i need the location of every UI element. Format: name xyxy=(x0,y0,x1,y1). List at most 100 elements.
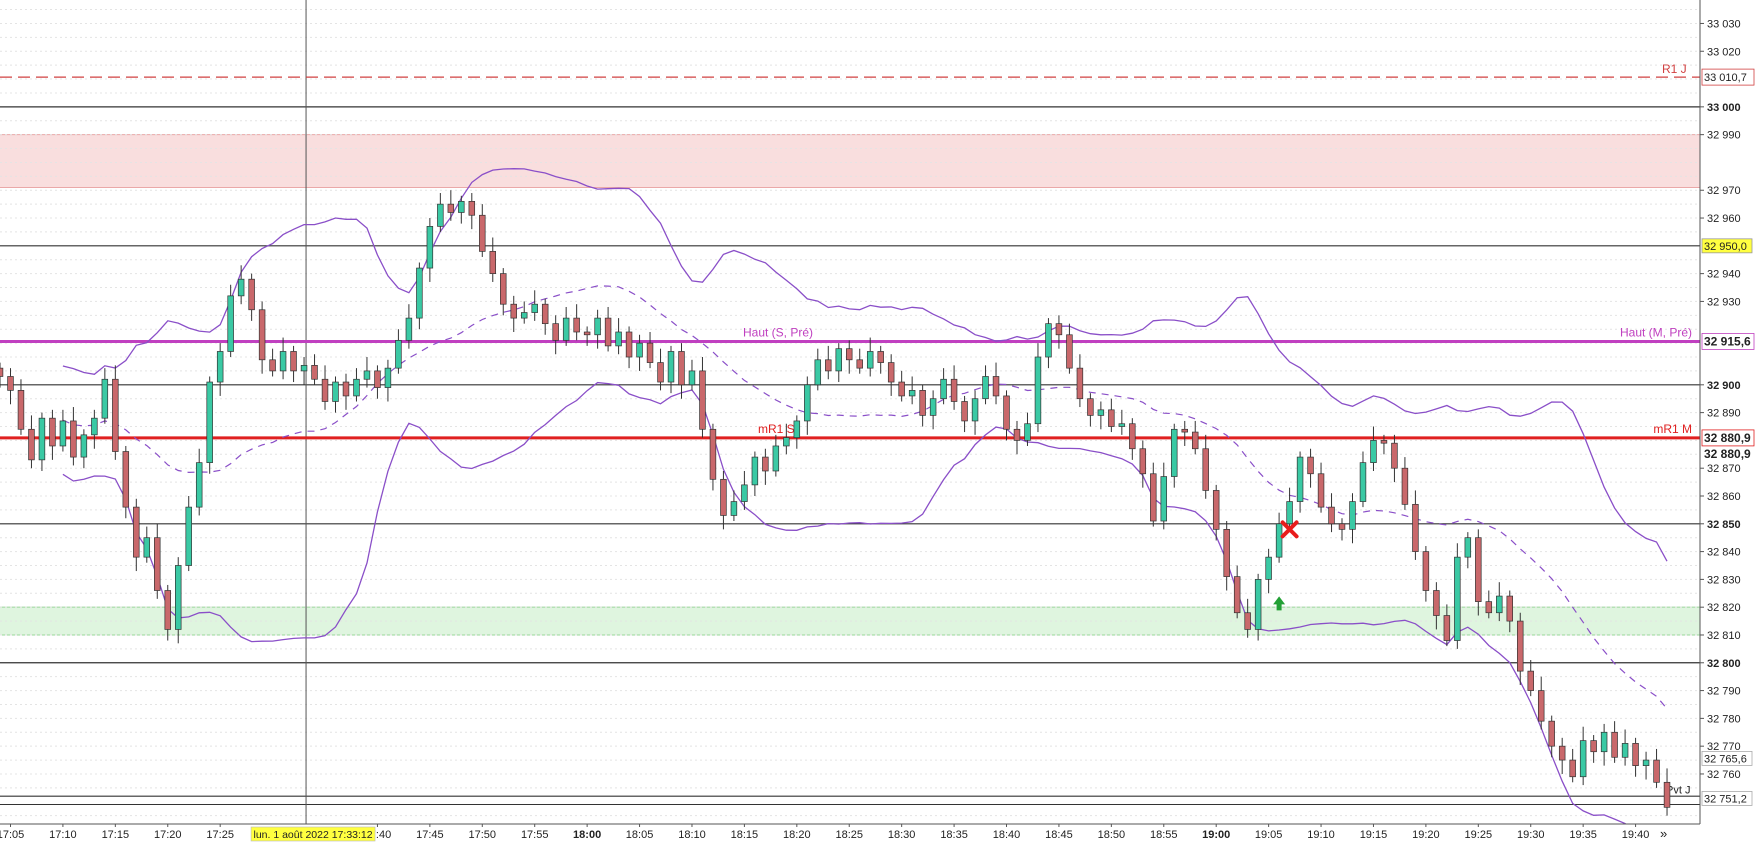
candle-body xyxy=(17,390,25,430)
candle-body xyxy=(447,203,455,213)
y-tick-label: 32 810 xyxy=(1707,630,1741,642)
candle xyxy=(122,445,130,519)
candle-body xyxy=(1003,395,1010,430)
resistance-zone xyxy=(0,134,1700,188)
x-tick-label: 18:55 xyxy=(1150,829,1178,841)
candle xyxy=(1454,543,1461,649)
x-tick-label: 18:05 xyxy=(626,829,654,841)
candle-body xyxy=(646,342,654,363)
candle-body xyxy=(751,456,759,486)
x-tick-label: 17:10 xyxy=(49,829,77,841)
y-tick-label: 32 790 xyxy=(1707,686,1741,698)
candle-body xyxy=(49,417,56,447)
candle xyxy=(112,365,119,460)
haut-left-label: Haut (S, Pré) xyxy=(743,325,813,339)
candle-body xyxy=(1454,556,1461,641)
y-tick-label: 33 020 xyxy=(1707,46,1741,58)
price-box-label: 32 751,2 xyxy=(1704,793,1747,805)
candle-body xyxy=(195,462,203,508)
candle-body xyxy=(510,303,517,319)
y-tick-label: 32 860 xyxy=(1707,491,1741,503)
candle-body xyxy=(237,278,245,297)
candle-body xyxy=(1485,601,1493,614)
candle-body xyxy=(856,359,863,369)
candle-body xyxy=(458,201,465,213)
candle-body xyxy=(573,317,580,333)
candle-body xyxy=(374,370,381,388)
candle-body xyxy=(101,378,109,419)
candle-body xyxy=(1045,323,1052,358)
y-tick-label: 32 850 xyxy=(1707,519,1741,531)
candle-body xyxy=(982,376,989,400)
candle-body xyxy=(1475,537,1482,602)
x-tick-label: 19:25 xyxy=(1465,829,1493,841)
candle-body xyxy=(1517,620,1524,672)
candle-body xyxy=(91,417,98,436)
candle-body xyxy=(1359,462,1367,502)
level-price-label: 33 010,7 xyxy=(1704,72,1747,84)
candle-body xyxy=(730,501,738,516)
candle-body xyxy=(1097,409,1105,416)
x-tick-label: 18:40 xyxy=(993,829,1021,841)
candle-body xyxy=(1443,615,1451,641)
candle-body xyxy=(1139,448,1147,475)
candle-body xyxy=(143,537,151,558)
price-box-label: 32 950,0 xyxy=(1704,241,1747,253)
candle-body xyxy=(1653,759,1660,783)
candle-body xyxy=(866,351,874,369)
candle-body xyxy=(1254,579,1262,630)
candle-body xyxy=(269,359,276,372)
candle-body xyxy=(814,359,822,386)
candle-body xyxy=(688,370,696,386)
candle-body xyxy=(583,331,591,336)
trading-chart: R1 J Haut (S, Pré) Haut (M, Pré) mR1 S mR1 M… xyxy=(0,0,1755,847)
candle-body xyxy=(520,312,528,319)
candle-body xyxy=(1349,501,1356,530)
candle-body xyxy=(342,381,350,397)
candle-body xyxy=(992,376,1000,397)
candle-body xyxy=(363,370,371,380)
candle-body xyxy=(657,362,664,383)
candle-body xyxy=(846,348,853,361)
candle-body xyxy=(185,506,192,566)
candle-body xyxy=(1569,759,1576,778)
candle-body xyxy=(741,484,748,502)
candle-body xyxy=(762,456,769,472)
candle-body xyxy=(1066,334,1073,369)
candle-body xyxy=(835,348,842,372)
candle-body xyxy=(709,428,717,480)
x-tick-label: 17:20 xyxy=(154,829,182,841)
candle-body xyxy=(898,381,905,397)
candle-body xyxy=(1621,743,1629,758)
candle-body xyxy=(1579,740,1587,778)
price-box-label: 32 765,6 xyxy=(1704,753,1747,765)
candle xyxy=(185,496,192,572)
candle-body xyxy=(1611,731,1618,758)
candle-body xyxy=(541,303,549,325)
y-tick-label: 32 830 xyxy=(1707,574,1741,586)
candle-body xyxy=(426,226,434,269)
candle-body xyxy=(1212,490,1220,530)
candle-body xyxy=(1275,523,1283,558)
candle-body xyxy=(636,342,643,358)
candle-body xyxy=(1527,670,1534,691)
x-tick-label: 17:25 xyxy=(206,829,234,841)
x-tick-label: 18:15 xyxy=(731,829,759,841)
candle-body xyxy=(7,376,14,391)
y-tick-label: 33 000 xyxy=(1707,102,1741,114)
chart-background xyxy=(0,0,1755,847)
candle-body xyxy=(59,420,67,447)
candle-body xyxy=(1433,590,1440,616)
y-tick-label: 32 970 xyxy=(1707,185,1741,197)
candle-body xyxy=(1558,745,1566,761)
candle-body xyxy=(562,317,570,341)
candle-body xyxy=(1034,356,1042,425)
candle-body xyxy=(1632,743,1639,766)
x-tick-label: 19:40 xyxy=(1622,829,1650,841)
candle-body xyxy=(1013,428,1021,441)
mr1-right-label: mR1 M xyxy=(1653,422,1692,436)
candle-body xyxy=(437,203,444,227)
y-tick-label: 32 820 xyxy=(1707,602,1741,614)
candle-body xyxy=(300,365,308,372)
candle-body xyxy=(1496,595,1503,614)
